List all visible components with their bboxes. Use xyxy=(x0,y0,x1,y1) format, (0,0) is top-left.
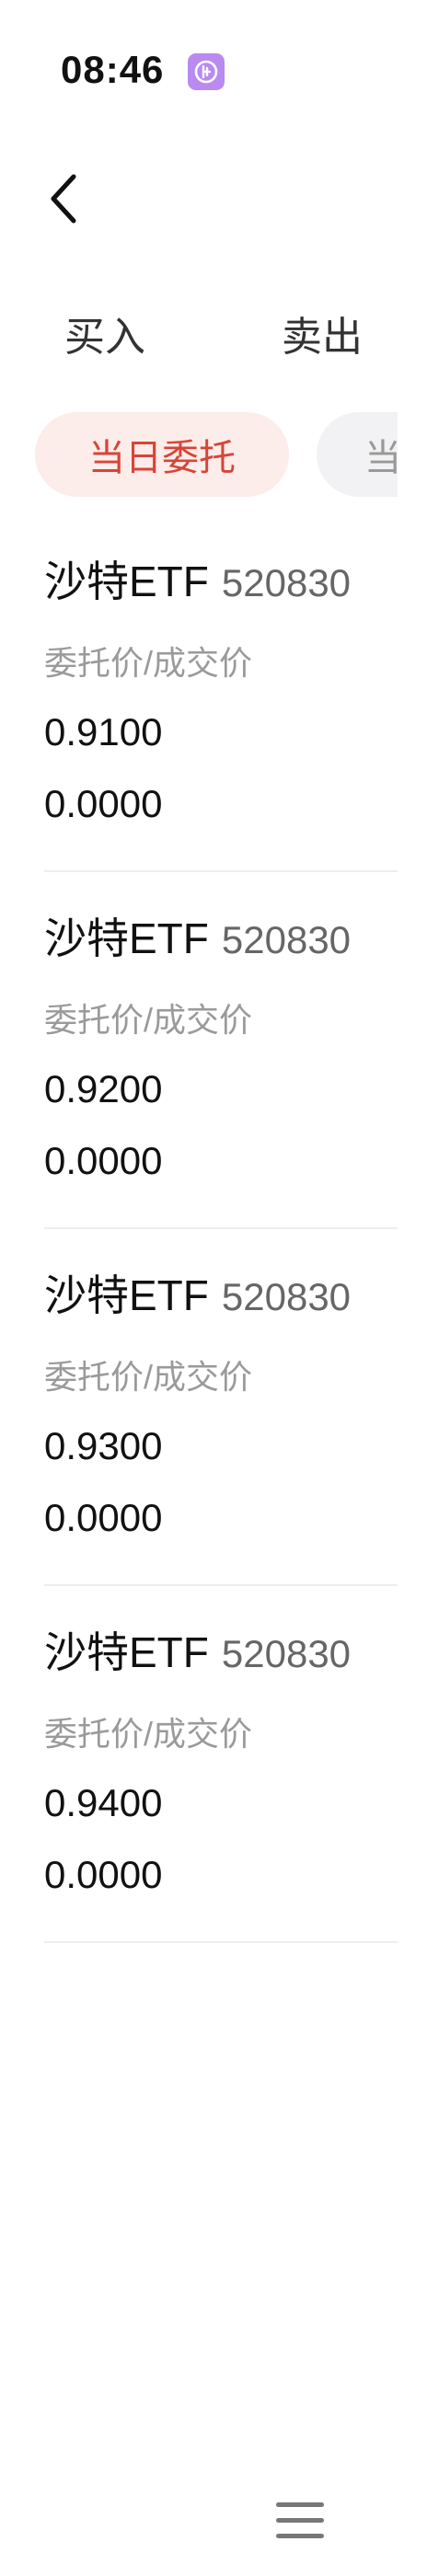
order-price: 0.9300 xyxy=(44,1424,163,1467)
hamburger-menu-icon xyxy=(276,2502,324,2538)
order-price-label: 委托价/成交价 xyxy=(44,644,253,682)
filter-chip-clip: 当 xyxy=(317,412,398,497)
order-title: 沙特ETF 520830 xyxy=(44,905,351,966)
order-price-label: 委托价/成交价 xyxy=(44,1358,253,1396)
order-code: 520830 xyxy=(221,1632,352,1675)
order-title: 沙特ETF 520830 xyxy=(44,1262,351,1323)
back-button[interactable] xyxy=(35,162,90,236)
deal-price: 0.0000 xyxy=(44,1139,163,1182)
status-time: 08:46 xyxy=(61,48,165,91)
menu-button[interactable] xyxy=(276,2501,324,2541)
order-item[interactable]: 沙特ETF 520830 委托价/成交价 0.9100 0.0000 xyxy=(44,515,398,872)
filter-chip-today-orders[interactable]: 当日委托 xyxy=(35,412,289,497)
order-price: 0.9400 xyxy=(44,1781,163,1824)
deal-price: 0.0000 xyxy=(44,1853,163,1896)
order-name: 沙特ETF xyxy=(44,558,209,605)
order-code: 520830 xyxy=(221,918,352,961)
chevron-left-icon xyxy=(51,174,76,224)
order-price-label: 委托价/成交价 xyxy=(44,1715,253,1753)
order-title: 沙特ETF 520830 xyxy=(44,548,351,609)
order-price-label: 委托价/成交价 xyxy=(44,1001,253,1039)
order-item[interactable]: 沙特ETF 520830 委托价/成交价 0.9200 0.0000 xyxy=(44,872,398,1229)
filter-chip-today-deals[interactable]: 当 xyxy=(317,412,398,497)
order-name: 沙特ETF xyxy=(44,914,209,962)
order-code: 520830 xyxy=(221,1275,352,1318)
order-price: 0.9100 xyxy=(44,710,163,753)
order-title: 沙特ETF 520830 xyxy=(44,1619,351,1680)
order-code: 520830 xyxy=(221,561,352,604)
order-item[interactable]: 沙特ETF 520830 委托价/成交价 0.9400 0.0000 xyxy=(44,1586,398,1943)
purple-app-icon xyxy=(188,53,225,90)
status-bar: 08:46 xyxy=(0,0,427,138)
tab-sell[interactable]: 卖出 xyxy=(282,304,363,362)
order-list: 沙特ETF 520830 委托价/成交价 0.9100 0.0000 沙特ETF 5… xyxy=(44,515,398,1943)
order-price: 0.9200 xyxy=(44,1067,163,1110)
order-item[interactable]: 沙特ETF 520830 委托价/成交价 0.9300 0.0000 xyxy=(44,1229,398,1586)
tab-buy[interactable]: 买入 xyxy=(64,304,145,362)
deal-price: 0.0000 xyxy=(44,782,163,825)
deal-price: 0.0000 xyxy=(44,1496,163,1539)
order-name: 沙特ETF xyxy=(44,1628,209,1676)
order-name: 沙特ETF xyxy=(44,1271,209,1319)
